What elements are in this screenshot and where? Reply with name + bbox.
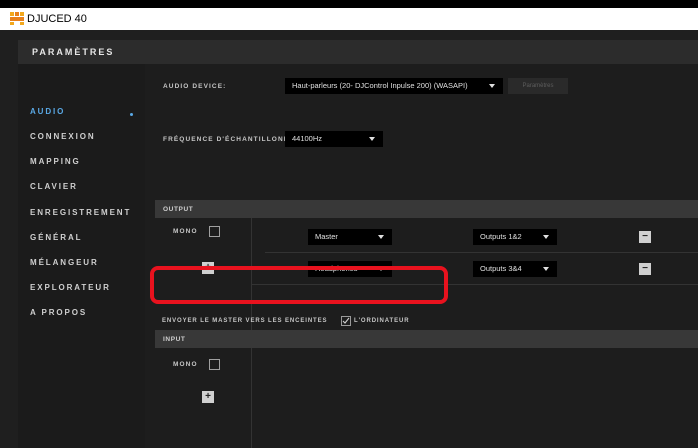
send-master-label-suffix: L'ORDINATEUR (354, 318, 410, 324)
add-input-button[interactable]: + (202, 391, 214, 403)
sidebar-item-clavier[interactable]: CLAVIER (30, 182, 78, 191)
remove-output-button[interactable]: − (639, 231, 651, 243)
row-divider (265, 252, 698, 253)
send-master-label: ENVOYER LE MASTER VERS LES ENCEINTES (162, 318, 328, 324)
input-mono-label: MONO (173, 361, 198, 368)
send-master-checkbox[interactable] (341, 316, 351, 326)
djuced-logo-icon (10, 12, 24, 25)
sample-rate-dropdown[interactable]: 44100Hz (285, 131, 383, 147)
sidebar-item-a-propos[interactable]: A PROPOS (30, 308, 87, 317)
active-indicator-dot (130, 113, 133, 116)
audio-device-dropdown[interactable]: Haut-parleurs (20- DJControl Inpulse 200… (285, 78, 503, 94)
window-title: DJUCED 40 (27, 13, 87, 25)
chevron-down-icon (378, 235, 384, 239)
chevron-down-icon (543, 267, 549, 271)
audio-device-value: Haut-parleurs (20- DJControl Inpulse 200… (292, 81, 468, 90)
sidebar-item-general[interactable]: GÉNÉRAL (30, 233, 82, 242)
audio-settings-button[interactable]: Paramètres (508, 78, 568, 94)
audio-settings-panel: AUDIO DEVICE: Haut-parleurs (20- DJContr… (145, 64, 698, 448)
settings-header: PARAMÈTRES (18, 40, 698, 64)
sample-rate-label: FRÉQUENCE D'ÉCHANTILLONN (163, 136, 290, 143)
output-port-value: Outputs 3&4 (480, 264, 522, 273)
chevron-down-icon (369, 137, 375, 141)
page-title: PARAMÈTRES (32, 47, 115, 57)
sidebar-item-enregistrement[interactable]: ENREGISTREMENT (30, 208, 131, 217)
output-mono-checkbox[interactable] (209, 226, 220, 237)
sidebar-item-audio[interactable]: AUDIO (30, 107, 65, 116)
sidebar: AUDIO CONNEXION MAPPING CLAVIER ENREGIST… (18, 64, 145, 448)
sidebar-item-mapping[interactable]: MAPPING (30, 157, 81, 166)
sample-rate-value: 44100Hz (292, 134, 323, 143)
checkmark-icon (342, 317, 350, 324)
remove-output-button[interactable]: − (639, 263, 651, 275)
output-section-title: OUTPUT (163, 206, 194, 213)
sidebar-item-melangeur[interactable]: MÉLANGEUR (30, 258, 99, 267)
input-section-header: INPUT (155, 330, 698, 348)
output-channel-dropdown-master[interactable]: Master (308, 229, 392, 245)
output-port-dropdown-headphones[interactable]: Outputs 3&4 (473, 261, 557, 277)
chevron-down-icon (489, 84, 495, 88)
highlight-annotation (150, 266, 448, 304)
chevron-down-icon (543, 235, 549, 239)
sidebar-item-connexion[interactable]: CONNEXION (30, 132, 96, 141)
input-section-title: INPUT (163, 336, 186, 343)
title-bar: DJUCED 40 (0, 8, 698, 30)
output-section-header: OUTPUT (155, 200, 698, 218)
output-port-value: Outputs 1&2 (480, 232, 522, 241)
settings-window: PARAMÈTRES AUDIO CONNEXION MAPPING CLAVI… (0, 30, 698, 448)
sidebar-item-explorateur[interactable]: EXPLORATEUR (30, 283, 111, 292)
output-channel-value: Master (315, 232, 338, 241)
output-mono-label: MONO (173, 228, 198, 235)
audio-device-label: AUDIO DEVICE: (163, 83, 227, 90)
input-mono-checkbox[interactable] (209, 359, 220, 370)
output-port-dropdown-master[interactable]: Outputs 1&2 (473, 229, 557, 245)
